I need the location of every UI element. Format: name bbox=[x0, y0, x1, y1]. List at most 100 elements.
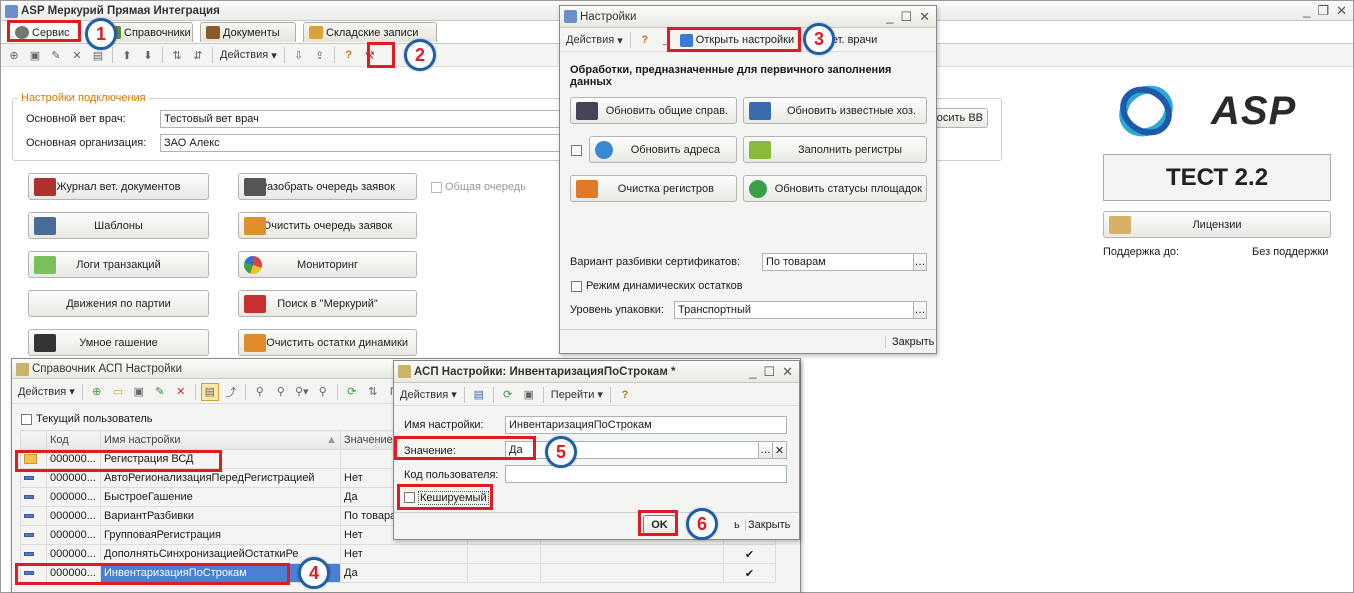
licenses-button[interactable]: Лицензии bbox=[1103, 211, 1331, 238]
update-known-button[interactable]: Обновить известные хоз. bbox=[743, 97, 927, 124]
templates-button[interactable]: Шаблоны bbox=[28, 212, 209, 239]
batch-movements-label: Движения по партии bbox=[66, 297, 171, 310]
connection-right-button[interactable]: осить ВВ bbox=[931, 108, 988, 128]
clear-registers-button[interactable]: Очистка регистров bbox=[570, 175, 737, 202]
save-icon[interactable]: ▤ bbox=[470, 386, 488, 404]
goto-menu[interactable]: Перейти ▾ bbox=[549, 386, 605, 404]
licenses-label: Лицензии bbox=[1192, 218, 1242, 231]
table-row[interactable]: 000000... ДополнятьСинхронизациейОстатки… bbox=[20, 544, 776, 564]
settings-close-button[interactable]: Закрыть bbox=[885, 336, 934, 348]
dynamic-checkbox[interactable] bbox=[571, 281, 582, 292]
addresses-checkbox[interactable] bbox=[571, 145, 582, 156]
catalog-sort-icon[interactable]: ⇅ bbox=[364, 383, 382, 401]
tab-documents[interactable]: Документы bbox=[200, 22, 296, 42]
row-name: ГрупповаяРегистрация bbox=[100, 525, 341, 545]
minimize-icon[interactable]: _ bbox=[1303, 3, 1310, 19]
smart-redemption-button[interactable]: Умное гашение bbox=[28, 329, 209, 356]
common-queue-checkbox[interactable] bbox=[431, 182, 442, 193]
settings-minimize-icon[interactable]: _ bbox=[886, 9, 893, 25]
edit-minimize-icon[interactable]: _ bbox=[749, 364, 756, 380]
value-select-button[interactable]: … bbox=[758, 441, 773, 459]
graduation-cap-icon bbox=[34, 334, 56, 352]
tab-directories-label: Справочники bbox=[124, 26, 191, 39]
setting-value-field[interactable]: Да bbox=[505, 441, 759, 459]
edit-maximize-icon[interactable]: ☐ bbox=[763, 364, 775, 380]
clear-dynamic-button[interactable]: Очистить остатки динамики bbox=[238, 329, 417, 356]
certificate-icon bbox=[1109, 216, 1131, 234]
edit-icon[interactable]: ✎ bbox=[47, 46, 65, 64]
help-icon[interactable]: ? bbox=[340, 46, 358, 64]
update-addresses-label: Обновить адреса bbox=[630, 143, 720, 156]
parse-queue-button[interactable]: Разобрать очередь заявок bbox=[238, 173, 417, 200]
support-value: Без поддержки bbox=[1252, 246, 1329, 258]
highlight-selected-row bbox=[15, 563, 290, 585]
add-icon[interactable]: ⊕ bbox=[5, 46, 23, 64]
catalog-filter-value-icon[interactable]: ⚲ bbox=[272, 383, 290, 401]
vet-journal-button[interactable]: Журнал вет. документов bbox=[28, 173, 209, 200]
catalog-add-icon[interactable]: ⊕ bbox=[88, 383, 106, 401]
vet-field[interactable]: Тестовый вет врач bbox=[160, 110, 560, 128]
edit-help-icon[interactable]: ? bbox=[616, 386, 634, 404]
fill-registers-button[interactable]: Заполнить регистры bbox=[743, 136, 927, 163]
export-icon[interactable]: ⇪ bbox=[311, 46, 329, 64]
edit-actions-menu[interactable]: Действия ▾ bbox=[398, 386, 459, 404]
monitoring-button[interactable]: Мониторинг bbox=[238, 251, 417, 278]
catalog-actions-menu[interactable]: Действия ▾ bbox=[16, 383, 77, 401]
batch-movements-button[interactable]: Движения по партии bbox=[28, 290, 209, 317]
current-user-checkbox[interactable] bbox=[21, 414, 32, 425]
edit-close-icon[interactable]: ✕ bbox=[782, 364, 793, 380]
settings-help-icon[interactable]: ? bbox=[636, 31, 654, 49]
copy-record-icon[interactable]: ▣ bbox=[520, 386, 538, 404]
import-icon[interactable]: ⇩ bbox=[290, 46, 308, 64]
catalog-filter-clear-icon[interactable]: ⚲ bbox=[314, 383, 332, 401]
catalog-hierarchy-icon[interactable]: ▤ bbox=[200, 382, 219, 401]
restore-icon[interactable]: ❐ bbox=[1317, 3, 1329, 19]
org-field[interactable]: ЗАО Алекс bbox=[160, 134, 560, 152]
delete-icon[interactable]: ✕ bbox=[68, 46, 86, 64]
notebook-icon bbox=[749, 141, 771, 159]
clear-queue-button[interactable]: Очистить очередь заявок bbox=[238, 212, 417, 239]
user-code-field[interactable] bbox=[505, 465, 787, 483]
settings-window-icon bbox=[564, 10, 577, 23]
mercury-search-button[interactable]: Поиск в "Меркурий" bbox=[238, 290, 417, 317]
catalog-filter-menu-icon[interactable]: ⚲▾ bbox=[293, 383, 311, 401]
setting-name-field[interactable]: ИнвентаризацияПоСтрокам bbox=[505, 416, 787, 434]
main-actions-label: Действия bbox=[220, 49, 269, 61]
version-box: ТЕСТ 2.2 bbox=[1103, 154, 1331, 201]
settings-close-icon[interactable]: ✕ bbox=[919, 9, 930, 25]
reread-icon[interactable]: ⟳ bbox=[499, 386, 517, 404]
value-clear-button[interactable]: ✕ bbox=[772, 441, 787, 459]
copy-icon[interactable]: ▣ bbox=[26, 46, 44, 64]
sort-asc-indicator-icon: ▲ bbox=[326, 434, 337, 446]
catalog-add-folder-icon[interactable]: ▭ bbox=[109, 383, 127, 401]
catalog-edit-icon[interactable]: ✎ bbox=[151, 383, 169, 401]
transaction-logs-button[interactable]: Логи транзакций bbox=[28, 251, 209, 278]
settings-maximize-icon[interactable]: ☐ bbox=[900, 9, 912, 25]
pack-field[interactable]: Транспортный bbox=[674, 301, 914, 319]
col-name-header[interactable]: Имя настройки ▲ bbox=[100, 430, 341, 450]
arrow-up-icon[interactable]: ⬆ bbox=[118, 46, 136, 64]
col-icon-header bbox=[20, 430, 47, 450]
catalog-filter-icon[interactable]: ⚲ bbox=[251, 383, 269, 401]
sort-asc-icon[interactable]: ⇅ bbox=[168, 46, 186, 64]
main-actions-menu[interactable]: Действия ▾ bbox=[218, 46, 279, 64]
catalog-copy-icon[interactable]: ▣ bbox=[130, 383, 148, 401]
update-sites-button[interactable]: Обновить статусы площадок bbox=[743, 175, 927, 202]
sort-desc-icon[interactable]: ⇵ bbox=[189, 46, 207, 64]
pack-select-button[interactable]: … bbox=[913, 301, 927, 319]
edit-window-icon bbox=[398, 365, 411, 378]
catalog-level-up-icon[interactable]: ⤴ bbox=[222, 383, 240, 401]
col-code-header[interactable]: Код bbox=[46, 430, 101, 450]
catalog-refresh-icon[interactable]: ⟳ bbox=[343, 383, 361, 401]
user-code-label: Код пользователя: bbox=[404, 469, 499, 481]
split-select-button[interactable]: … bbox=[913, 253, 927, 271]
update-addresses-button[interactable]: Обновить адреса bbox=[589, 136, 737, 163]
settings-actions-menu[interactable]: Действия ▾ bbox=[564, 31, 625, 49]
catalog-delete-icon[interactable]: ✕ bbox=[172, 383, 190, 401]
row-extra bbox=[467, 563, 541, 583]
split-field[interactable]: По товарам bbox=[762, 253, 914, 271]
edit-close-button[interactable]: Закрыть bbox=[745, 519, 790, 531]
close-icon[interactable]: ✕ bbox=[1336, 3, 1347, 19]
arrow-down-icon[interactable]: ⬇ bbox=[139, 46, 157, 64]
update-common-button[interactable]: Обновить общие справ. bbox=[570, 97, 737, 124]
